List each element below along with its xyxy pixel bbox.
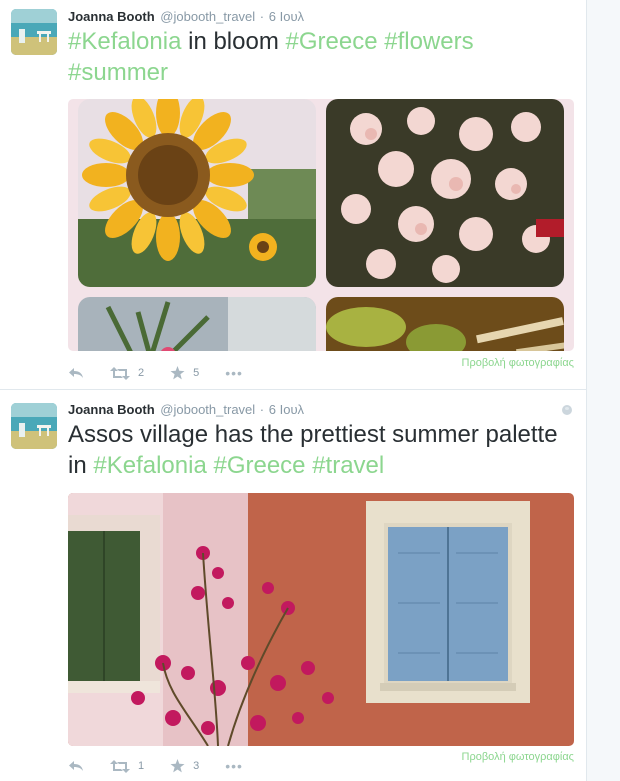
retweet-action[interactable]: 1 xyxy=(110,759,144,773)
star-icon[interactable] xyxy=(170,366,185,380)
hashtag-link[interactable]: #Kefalonia xyxy=(68,28,181,55)
tweet-actions: 1 3 ••• xyxy=(68,756,269,776)
hashtag-link[interactable]: #Greece xyxy=(286,28,378,55)
reply-action[interactable] xyxy=(68,367,84,379)
tweet[interactable]: Joanna Booth @jobooth_travel · 6 Ιουλ As… xyxy=(0,391,586,781)
retweet-action[interactable]: 2 xyxy=(110,366,144,380)
tweet-header: Joanna Booth @jobooth_travel · 6 Ιουλ xyxy=(68,402,304,418)
retweet-icon[interactable] xyxy=(110,366,130,380)
avatar[interactable] xyxy=(11,9,57,55)
favorite-count[interactable]: 3 xyxy=(193,760,199,772)
header-separator: · xyxy=(259,9,265,24)
reply-icon[interactable] xyxy=(68,367,84,379)
tweet-header: Joanna Booth @jobooth_travel · 6 Ιουλ xyxy=(68,9,304,25)
header-separator: · xyxy=(259,402,265,417)
author-username[interactable]: @jobooth_travel xyxy=(160,402,255,417)
tweet-text-segment: in bloom xyxy=(181,28,286,55)
favorite-action[interactable]: 3 xyxy=(170,759,199,773)
oleander-photo[interactable] xyxy=(326,99,564,287)
view-photo-link[interactable]: Προβολή φωτογραφίας xyxy=(462,751,574,763)
reply-action[interactable] xyxy=(68,760,84,772)
timeline: Joanna Booth @jobooth_travel · 6 Ιουλ #K… xyxy=(0,0,586,781)
sunflower-photo[interactable] xyxy=(78,99,316,287)
hashtag-link[interactable]: #Greece xyxy=(213,452,305,479)
star-icon[interactable] xyxy=(170,759,185,773)
hashtag-link[interactable]: #travel xyxy=(312,452,384,479)
author-username[interactable]: @jobooth_travel xyxy=(160,9,255,24)
avatar[interactable] xyxy=(11,403,57,449)
retweet-count[interactable]: 2 xyxy=(138,367,144,379)
tweet-text: Assos village has the prettiest summer p… xyxy=(68,419,578,481)
tweet-timestamp[interactable]: 6 Ιουλ xyxy=(269,402,304,417)
leaves-photo[interactable] xyxy=(326,297,564,351)
tweet-timestamp[interactable]: 6 Ιουλ xyxy=(269,9,304,24)
tweet[interactable]: Joanna Booth @jobooth_travel · 6 Ιουλ #K… xyxy=(0,0,586,390)
retweet-icon[interactable] xyxy=(110,759,130,773)
more-icon[interactable]: ••• xyxy=(225,758,243,774)
hashtag-link[interactable]: #Kefalonia xyxy=(93,452,206,479)
view-photo-link[interactable]: Προβολή φωτογραφίας xyxy=(462,357,574,369)
retweet-count[interactable]: 1 xyxy=(138,760,144,772)
hashtag-link[interactable]: #flowers xyxy=(384,28,473,55)
garden-photo[interactable] xyxy=(78,297,316,351)
village-photo[interactable] xyxy=(68,493,574,746)
reply-icon[interactable] xyxy=(68,760,84,772)
tweet-text: #Kefalonia in bloom #Greece #flowers #su… xyxy=(68,26,578,88)
favorite-count[interactable]: 5 xyxy=(193,367,199,379)
more-icon[interactable]: ••• xyxy=(225,365,243,381)
globe-icon[interactable] xyxy=(562,405,572,415)
right-sidebar-strip xyxy=(586,0,620,781)
favorite-action[interactable]: 5 xyxy=(170,366,199,380)
author-fullname[interactable]: Joanna Booth xyxy=(68,402,155,417)
hashtag-link[interactable]: #summer xyxy=(68,59,168,86)
photo-grid[interactable] xyxy=(68,99,574,351)
author-fullname[interactable]: Joanna Booth xyxy=(68,9,155,24)
tweet-actions: 2 5 ••• xyxy=(68,363,269,383)
